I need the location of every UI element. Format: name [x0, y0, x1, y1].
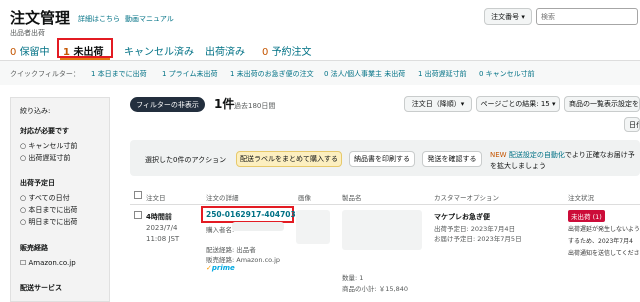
- header-product-name: 製品名: [342, 194, 362, 202]
- filter-heading-delivery: 配送サービス: [20, 284, 62, 292]
- delivery-route: 配送経路: 出品者: [206, 246, 256, 254]
- filter-heading-action: 対応が必要です: [20, 127, 69, 135]
- filter-option-tomorrow[interactable]: ○ 明日までに出荷: [20, 217, 77, 227]
- tab-shipped[interactable]: 出荷済み: [205, 43, 245, 58]
- order-date: 2023/7/4: [146, 224, 178, 232]
- header-order-status: 注文状況: [568, 194, 594, 202]
- date-button[interactable]: 日付: [624, 117, 640, 132]
- video-manual-link[interactable]: 動画マニュアル: [125, 14, 174, 24]
- per-page-select[interactable]: ページごとの結果: 15 ▾: [476, 96, 560, 112]
- select-all-checkbox[interactable]: [134, 191, 142, 199]
- tab-cancelled[interactable]: キャンセル済み: [124, 43, 194, 58]
- print-slip-button[interactable]: 納品書を印刷する: [349, 151, 415, 167]
- bulk-buy-label-button[interactable]: 配送ラベルをまとめて購入する: [236, 151, 342, 167]
- confirm-shipment-button[interactable]: 発送を確認する: [422, 151, 482, 167]
- tab-preorder[interactable]: 0 予約注文: [262, 43, 312, 58]
- quick-filter-ship-today[interactable]: 1 本日までに出荷: [91, 69, 147, 79]
- sales-channel: 販売経路: Amazon.co.jp: [206, 256, 281, 264]
- filter-heading-channel: 販売経路: [20, 244, 48, 252]
- order-time-ago: 4時間前: [146, 213, 172, 221]
- status-text: 出荷遅延が発生しないように するため、2023年7月4 出荷通知を送信してください: [568, 226, 640, 257]
- status-badge: 未出荷 (1): [568, 210, 605, 222]
- quick-filter-prime[interactable]: 1 プライム未出荷: [162, 69, 218, 79]
- shipper-label: 出品者出荷: [10, 29, 45, 37]
- filter-title: 絞り込み:: [20, 107, 51, 115]
- product-name-blur: [342, 210, 422, 250]
- item-subtotal: 商品の小計: ￥15,840: [342, 285, 408, 293]
- quick-filter-label: クイックフィルター：: [10, 70, 80, 78]
- quick-filter-express[interactable]: 1 未出荷のお急ぎ便の注文: [230, 69, 314, 79]
- filter-heading-ship-date: 出荷予定日: [20, 179, 55, 187]
- result-count: 1件: [214, 97, 235, 111]
- action-label: 選択した0件のアクション: [145, 156, 227, 164]
- table-header-divider: [130, 204, 640, 205]
- display-settings-button[interactable]: 商品の一覧表示設定を: [564, 96, 640, 112]
- tab-unshipped[interactable]: 1 未出荷: [63, 43, 103, 58]
- header-order-date: 注文日: [146, 194, 166, 202]
- header-customer-option: カスタマーオプション: [434, 194, 499, 202]
- search-type-select[interactable]: 注文番号 ▾: [484, 8, 532, 25]
- hide-filter-button[interactable]: フィルターの非表示: [130, 97, 205, 112]
- buyer-name-label: 購入者名:: [206, 226, 235, 234]
- header-order-details: 注文の詳細: [206, 194, 239, 202]
- quantity: 数量: 1: [342, 274, 364, 282]
- filter-option-today[interactable]: ○ 本日までに出荷: [20, 205, 77, 215]
- sort-select[interactable]: 注文日（降順）▾: [404, 96, 472, 112]
- filter-option-amazon[interactable]: ☐ Amazon.co.jp: [20, 259, 76, 267]
- automation-link[interactable]: 配送設定の自動化: [509, 151, 565, 159]
- header-image: 画像: [298, 194, 311, 202]
- filter-option-delay-soon[interactable]: ○ 出荷遅延寸前: [20, 153, 70, 163]
- buyer-name-blur: [232, 222, 284, 231]
- order-id-link[interactable]: 250-0162917-4047035: [206, 210, 301, 219]
- search-input[interactable]: [536, 8, 638, 25]
- result-period: 過去180日間: [234, 102, 276, 110]
- page-title: 注文管理: [10, 9, 71, 27]
- quick-filter-cancel[interactable]: 0 キャンセル寸前: [479, 69, 535, 79]
- product-image-placeholder: [296, 210, 330, 244]
- filter-option-all-dates[interactable]: ○ すべての日付: [20, 193, 70, 203]
- row-checkbox[interactable]: [134, 211, 142, 219]
- deliver-by-date: お届け予定日: 2023年7月5日: [434, 235, 522, 243]
- ship-by-date: 出荷予定日: 2023年7月4日: [434, 225, 516, 233]
- order-time: 11:08 JST: [146, 235, 180, 243]
- help-link[interactable]: 詳細はこちら: [78, 14, 120, 24]
- automation-notice: NEW 配送設定の自動化でより正確なお届け予 を拡大しましょう: [490, 151, 635, 170]
- quick-filter-delay[interactable]: 1 出荷遅延寸前: [418, 69, 467, 79]
- filter-option-cancel-soon[interactable]: ○ キャンセル寸前: [20, 141, 77, 151]
- shipping-option: マケプレお急ぎ便: [434, 213, 490, 221]
- tab-pending[interactable]: 0 保留中: [10, 43, 50, 58]
- prime-badge: ✓prime: [206, 264, 235, 272]
- quick-filter-business[interactable]: 0 法人/個人事業主 未出荷: [324, 69, 405, 79]
